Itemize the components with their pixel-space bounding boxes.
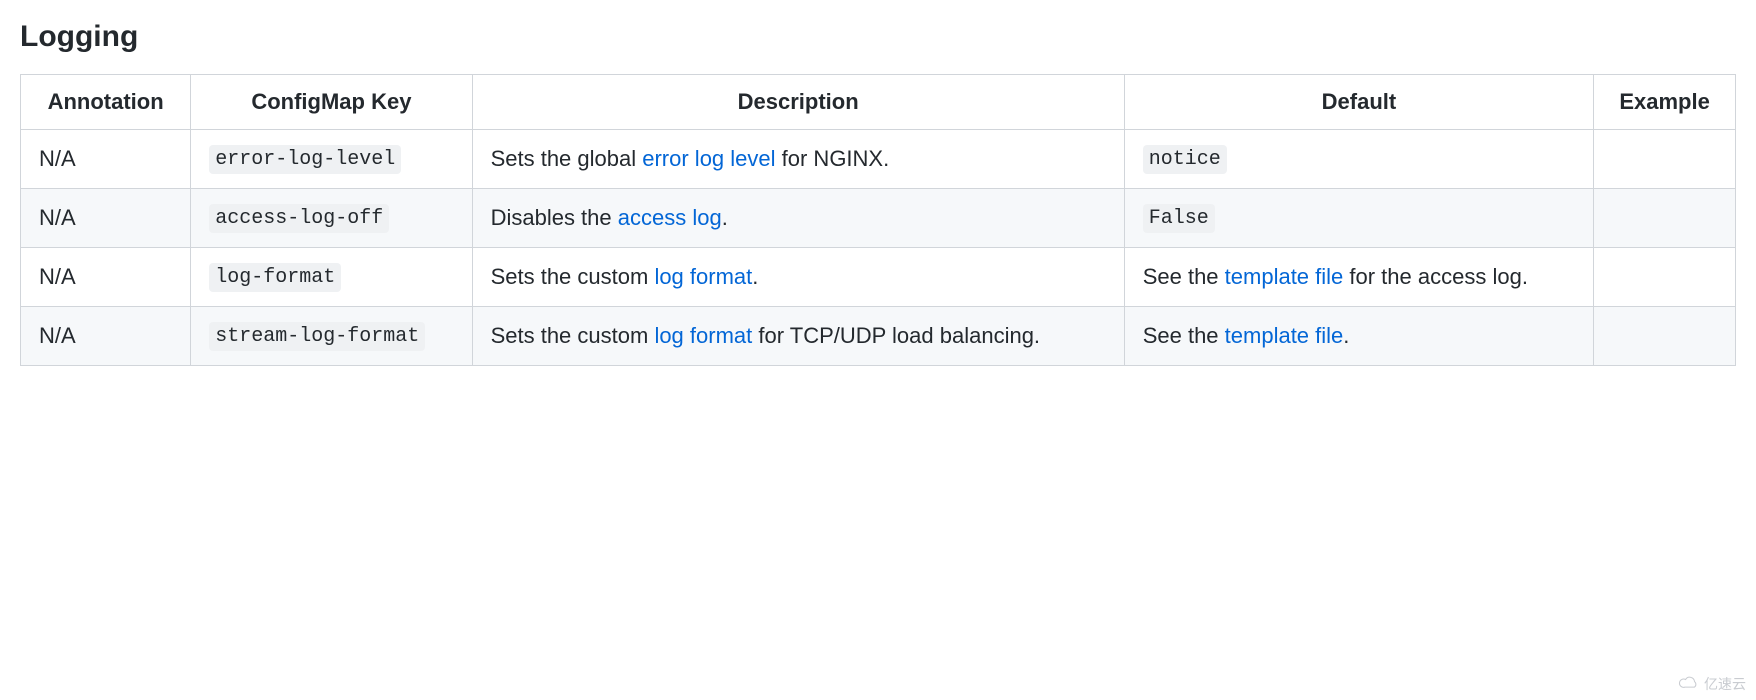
desc-text: . (752, 264, 758, 289)
table-row: N/A log-format Sets the custom log forma… (21, 248, 1736, 307)
cell-configmap-key: error-log-level (191, 130, 472, 189)
col-configmap-key: ConfigMap Key (191, 75, 472, 130)
cell-description: Sets the custom log format for TCP/UDP l… (472, 307, 1124, 366)
cell-configmap-key: stream-log-format (191, 307, 472, 366)
cell-configmap-key: log-format (191, 248, 472, 307)
default-text: See the (1143, 323, 1225, 348)
cell-default: notice (1124, 130, 1593, 189)
cell-default: False (1124, 189, 1593, 248)
configmap-key-code: stream-log-format (209, 322, 425, 351)
default-code: False (1143, 204, 1215, 233)
cell-example (1594, 189, 1736, 248)
default-link[interactable]: template file (1225, 323, 1344, 348)
table-header-row: Annotation ConfigMap Key Description Def… (21, 75, 1736, 130)
cell-default: See the template file. (1124, 307, 1593, 366)
col-example: Example (1594, 75, 1736, 130)
configmap-key-code: access-log-off (209, 204, 389, 233)
table-row: N/A stream-log-format Sets the custom lo… (21, 307, 1736, 366)
configmap-key-code: log-format (209, 263, 341, 292)
default-text: for the access log. (1343, 264, 1528, 289)
col-description: Description (472, 75, 1124, 130)
cell-example (1594, 248, 1736, 307)
col-default: Default (1124, 75, 1593, 130)
logging-table: Annotation ConfigMap Key Description Def… (20, 74, 1736, 366)
watermark-text: 亿速云 (1704, 674, 1746, 694)
cell-default: See the template file for the access log… (1124, 248, 1593, 307)
default-code: notice (1143, 145, 1227, 174)
desc-text: for NGINX. (776, 146, 890, 171)
desc-text: . (722, 205, 728, 230)
cell-description: Disables the access log. (472, 189, 1124, 248)
section-heading: Logging (20, 20, 1736, 54)
desc-text: Disables the (491, 205, 618, 230)
cell-annotation: N/A (21, 307, 191, 366)
desc-link[interactable]: log format (654, 264, 752, 289)
watermark: 亿速云 (1678, 674, 1746, 694)
cell-annotation: N/A (21, 189, 191, 248)
default-link[interactable]: template file (1225, 264, 1344, 289)
desc-link[interactable]: error log level (642, 146, 775, 171)
cell-example (1594, 130, 1736, 189)
desc-text: for TCP/UDP load balancing. (752, 323, 1040, 348)
desc-text: Sets the custom (491, 323, 655, 348)
cloud-icon (1678, 676, 1700, 693)
cell-configmap-key: access-log-off (191, 189, 472, 248)
col-annotation: Annotation (21, 75, 191, 130)
cell-annotation: N/A (21, 248, 191, 307)
desc-link[interactable]: access log (618, 205, 722, 230)
cell-description: Sets the custom log format. (472, 248, 1124, 307)
configmap-key-code: error-log-level (209, 145, 401, 174)
table-row: N/A access-log-off Disables the access l… (21, 189, 1736, 248)
cell-description: Sets the global error log level for NGIN… (472, 130, 1124, 189)
cell-example (1594, 307, 1736, 366)
default-text: See the (1143, 264, 1225, 289)
default-text: . (1343, 323, 1349, 348)
desc-link[interactable]: log format (654, 323, 752, 348)
desc-text: Sets the custom (491, 264, 655, 289)
table-row: N/A error-log-level Sets the global erro… (21, 130, 1736, 189)
desc-text: Sets the global (491, 146, 643, 171)
cell-annotation: N/A (21, 130, 191, 189)
